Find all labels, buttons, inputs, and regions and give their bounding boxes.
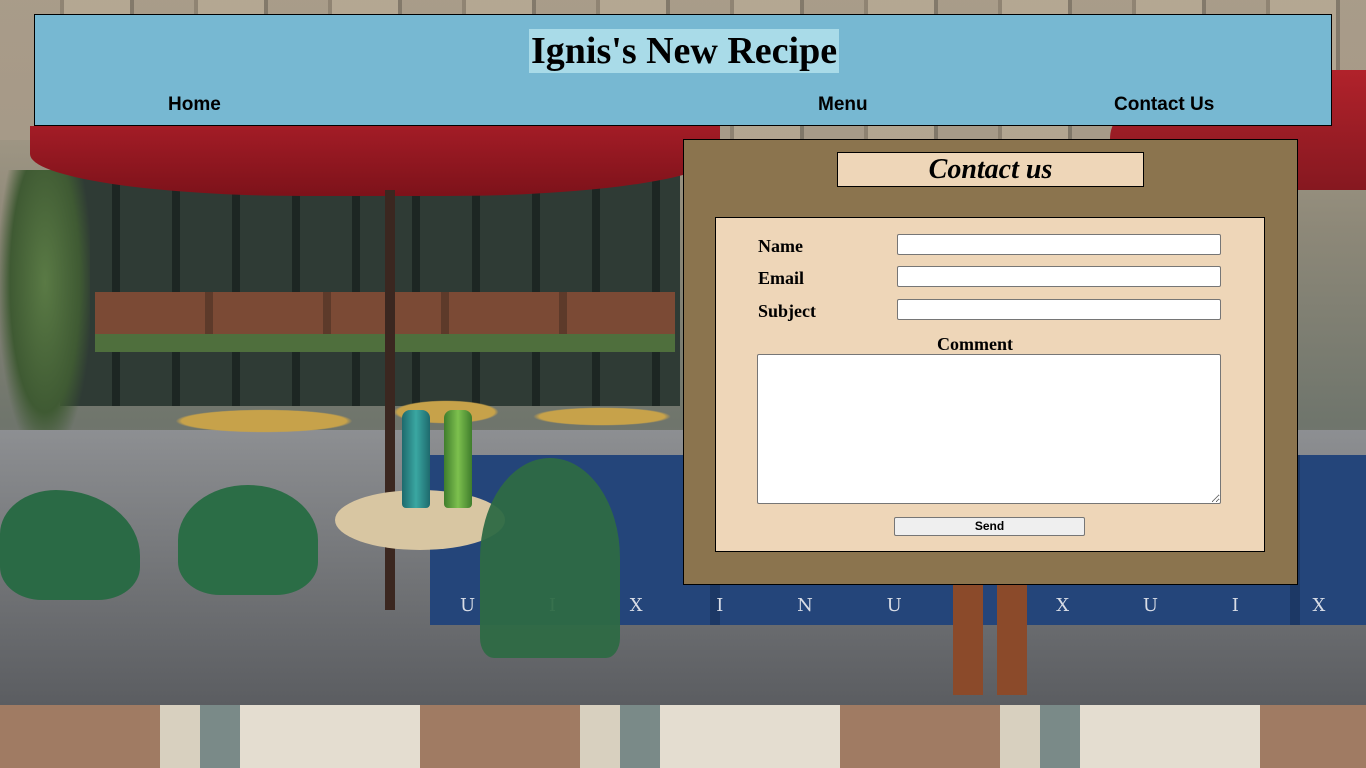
green-bottle xyxy=(444,410,472,508)
nav-link-contact-us[interactable]: Contact Us xyxy=(1114,95,1214,115)
shop-windows xyxy=(60,170,680,406)
name-input[interactable] xyxy=(897,234,1221,255)
email-label: Email xyxy=(758,268,805,288)
send-button[interactable]: Send xyxy=(894,517,1085,536)
person-legs xyxy=(945,585,1035,695)
comment-label: Comment xyxy=(937,334,1013,354)
potted-tree xyxy=(0,170,90,450)
subject-input[interactable] xyxy=(897,299,1221,320)
red-umbrella xyxy=(30,126,720,196)
contact-panel: Contact us Name Email Subject Comment Se… xyxy=(683,139,1298,585)
nav-link-home[interactable]: Home xyxy=(168,95,221,115)
site-title: Ignis's New Recipe xyxy=(529,29,840,73)
teal-bottle xyxy=(402,410,430,508)
comment-textarea[interactable] xyxy=(757,354,1221,504)
email-input[interactable] xyxy=(897,266,1221,287)
site-header: Ignis's New Recipe Home Menu Contact Us xyxy=(34,14,1332,126)
subject-label: Subject xyxy=(758,301,816,321)
name-label: Name xyxy=(758,236,803,256)
nav-link-menu[interactable]: Menu xyxy=(818,95,868,115)
green-chair xyxy=(178,485,318,595)
green-chair xyxy=(480,458,620,658)
contact-title: Contact us xyxy=(837,152,1144,187)
building-strip-bottom xyxy=(0,705,1366,768)
contact-form: Name Email Subject Comment Send xyxy=(715,217,1265,552)
